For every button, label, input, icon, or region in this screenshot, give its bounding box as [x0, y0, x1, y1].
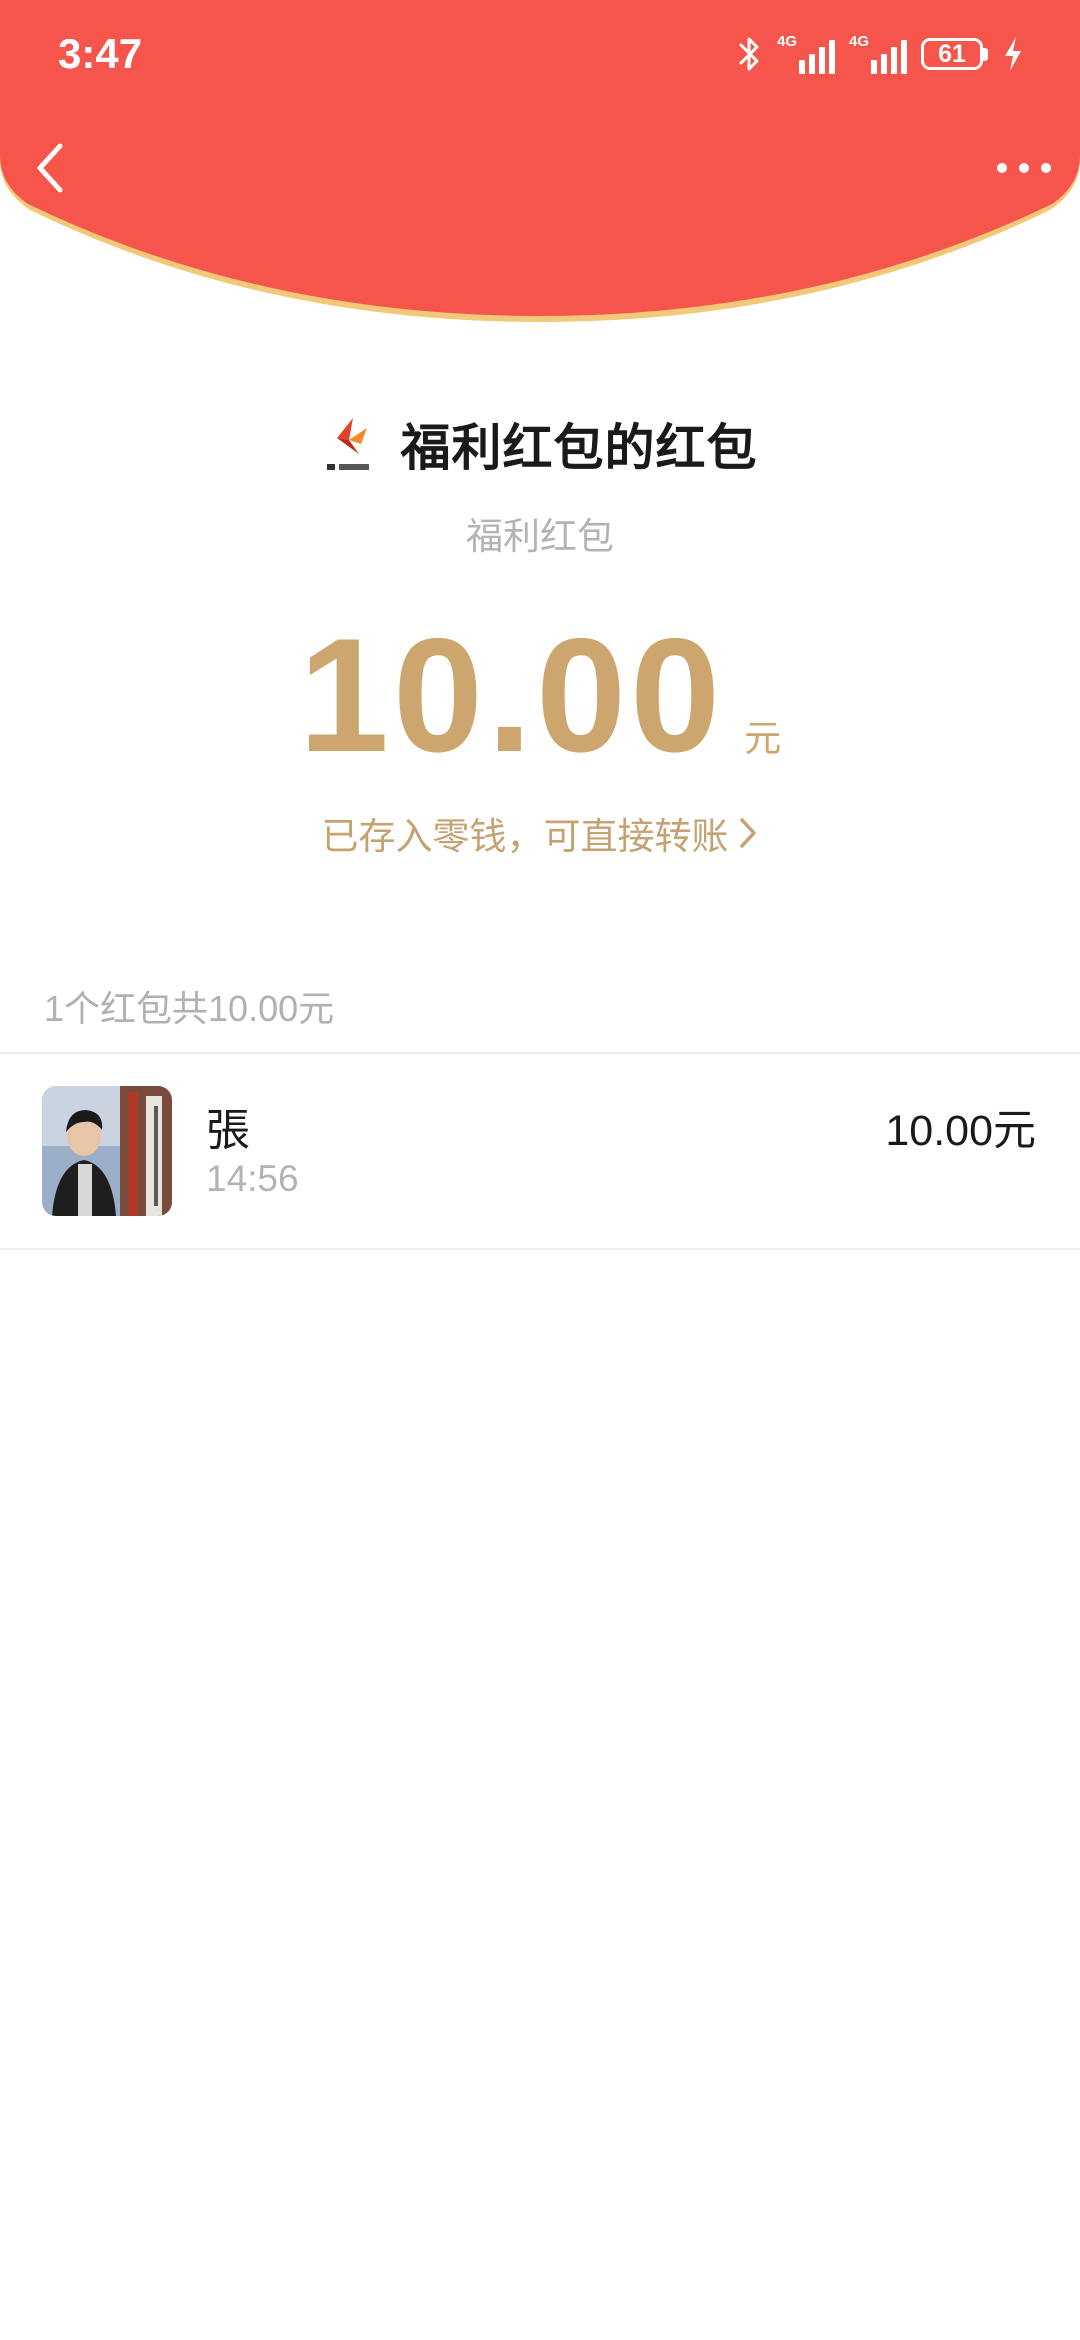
signal-icon: 4G	[849, 34, 907, 74]
charging-icon	[1005, 37, 1021, 71]
amount-value: 10.00	[298, 605, 725, 786]
chevron-right-icon	[739, 818, 756, 848]
status-bar: 3:47 4G 4G 61	[0, 0, 1080, 110]
bluetooth-icon	[739, 37, 759, 71]
envelope-title-row: 福利红包的红包	[0, 408, 1080, 480]
divider	[0, 1248, 1080, 1250]
amount-unit: 元	[744, 718, 782, 759]
more-dots-icon[interactable]	[992, 148, 1056, 188]
status-icons: 4G 4G 61	[737, 32, 1024, 76]
change-link-text: 已存入零钱，可直接转账	[321, 816, 729, 857]
avatar[interactable]	[42, 1086, 172, 1216]
signal-icon: 4G	[777, 34, 835, 74]
amount-display: 10.00 元	[0, 612, 1080, 780]
battery-level: 61	[921, 38, 983, 70]
brand-logo	[326, 418, 369, 470]
envelope-subtitle: 福利红包	[466, 516, 614, 557]
envelope-title: 福利红包的红包	[400, 420, 758, 476]
summary-text: 1个红包共10.00元	[44, 988, 335, 1029]
record-name: 張	[206, 1106, 250, 1155]
chevron-left-icon[interactable]	[26, 138, 74, 198]
list-item[interactable]: 張 14:56 10.00元	[0, 1054, 1080, 1248]
record-amount: 10.00元	[885, 1107, 1036, 1155]
change-link[interactable]: 已存入零钱，可直接转账	[0, 806, 1080, 860]
status-time: 3:47	[58, 30, 143, 77]
record-time: 14:56	[206, 1158, 299, 1199]
battery-icon: 61	[921, 38, 988, 70]
